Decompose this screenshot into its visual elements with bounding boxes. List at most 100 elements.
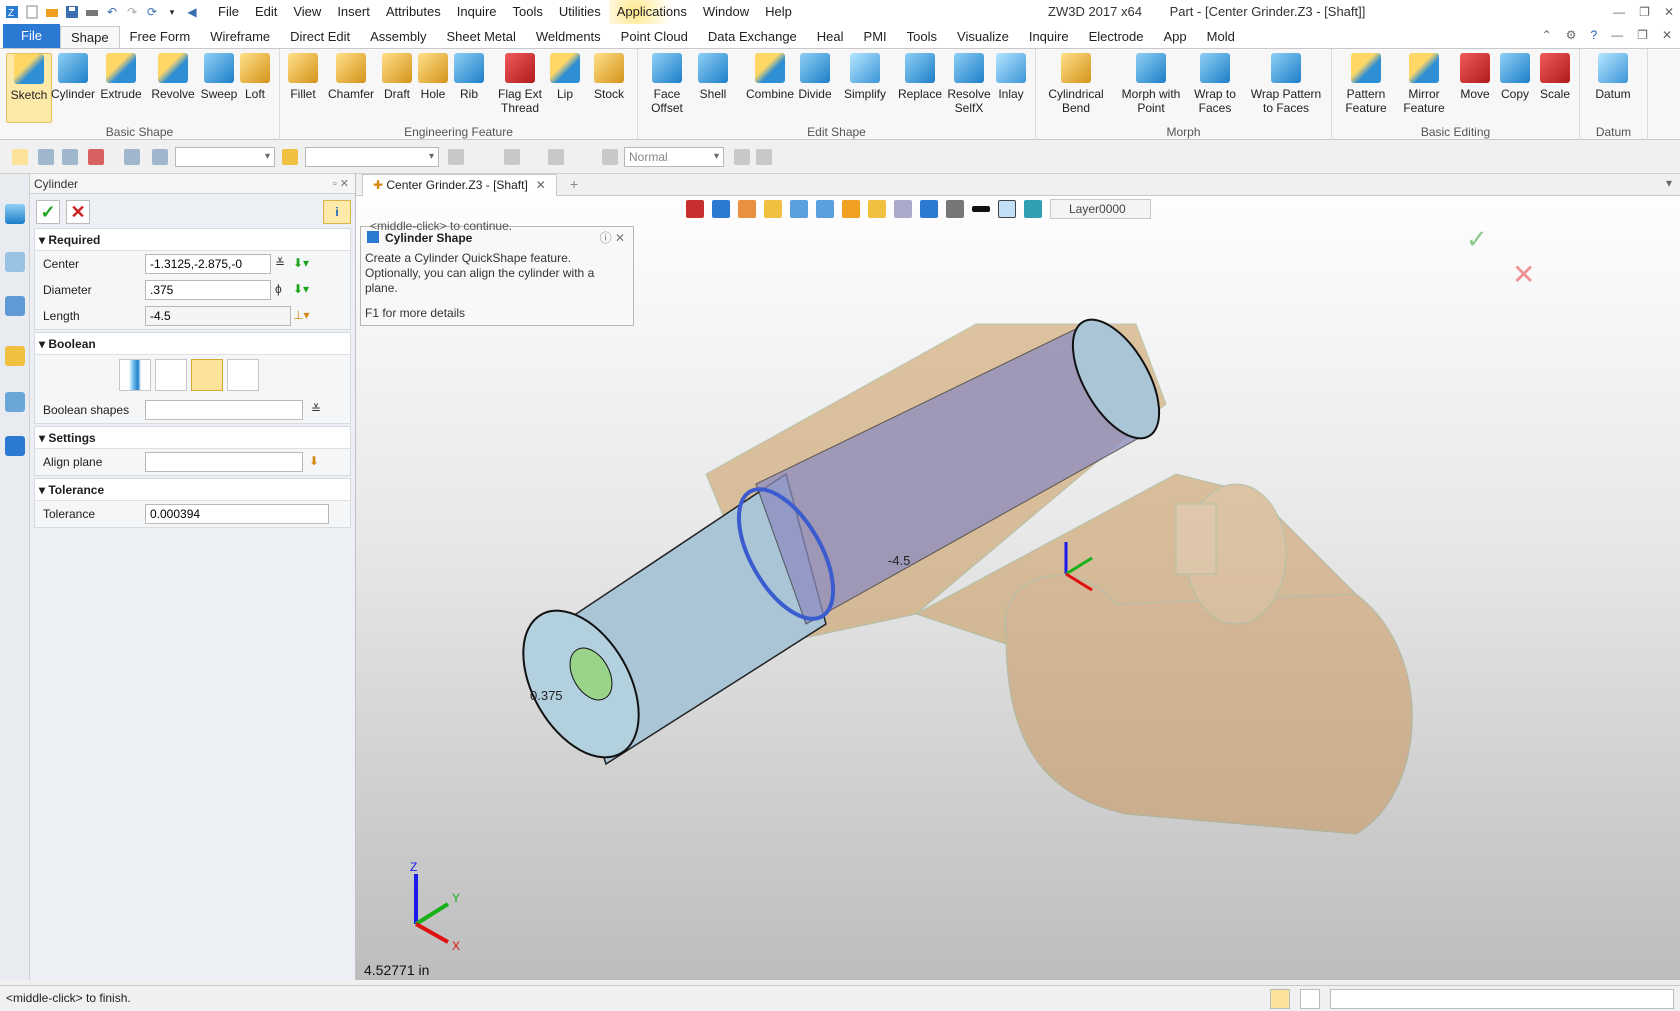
part-library-icon[interactable] — [5, 346, 25, 366]
boolean-shapes-expand-icon[interactable]: ≚ — [311, 402, 321, 416]
revolve-button[interactable]: Revolve — [150, 53, 196, 101]
menu-help[interactable]: Help — [757, 0, 800, 24]
save-icon[interactable] — [64, 4, 80, 20]
boolean-add-icon[interactable] — [155, 359, 187, 391]
section-required-header[interactable]: ▾ Required — [35, 229, 350, 251]
loft-button[interactable]: Loft — [232, 53, 278, 101]
tooltip-help-close-icon[interactable]: ⓘ ✕ — [600, 227, 625, 249]
new-tab-icon[interactable]: + — [570, 176, 578, 192]
tool-settings-icon[interactable] — [756, 149, 772, 165]
assembly-tree-icon[interactable] — [5, 296, 25, 316]
section-settings-header[interactable]: ▾ Settings — [35, 427, 350, 449]
distribute-icon[interactable] — [504, 149, 520, 165]
feature-panel-icon[interactable] — [5, 204, 25, 224]
graphics-viewport[interactable]: Layer0000 <middle-click> to continue. Cy… — [356, 174, 1680, 980]
face-offset-button[interactable]: Face Offset — [644, 53, 690, 115]
filter-view-icon[interactable] — [946, 200, 964, 218]
menu-window[interactable]: Window — [695, 0, 757, 24]
back-icon[interactable]: ◀ — [184, 4, 200, 20]
restore-icon[interactable]: ❐ — [1639, 0, 1650, 24]
dropdown-icon[interactable]: ▾ — [164, 4, 180, 20]
zoom-icon[interactable] — [868, 200, 886, 218]
standard-views-icon[interactable] — [816, 200, 834, 218]
face-color-icon[interactable] — [998, 200, 1016, 218]
doc-minimize-icon[interactable]: — — [1611, 28, 1623, 42]
filter-icon[interactable] — [152, 149, 168, 165]
wrap-to-faces-button[interactable]: Wrap to Faces — [1192, 53, 1238, 115]
fillet-button[interactable]: Fillet — [280, 53, 326, 101]
part-display-icon[interactable] — [842, 200, 860, 218]
tab-inquire[interactable]: Inquire — [1019, 26, 1079, 48]
pick-filter-select[interactable] — [305, 147, 439, 167]
collapse-ribbon-icon[interactable]: ⌃ — [1542, 28, 1552, 42]
doc-tab-close-icon[interactable]: ✕ — [536, 178, 546, 192]
menu-insert[interactable]: Insert — [329, 0, 378, 24]
tab-electrode[interactable]: Electrode — [1079, 26, 1154, 48]
lip-button[interactable]: Lip — [542, 53, 588, 101]
view-orient-icon[interactable] — [712, 200, 730, 218]
render-icon[interactable] — [602, 149, 618, 165]
doc-close-icon[interactable]: ✕ — [1662, 28, 1672, 42]
tab-weldments[interactable]: Weldments — [526, 26, 611, 48]
line-color-icon[interactable] — [972, 206, 990, 212]
section-boolean-header[interactable]: ▾ Boolean — [35, 333, 350, 355]
tab-mold[interactable]: Mold — [1197, 26, 1245, 48]
align-plane-input[interactable] — [145, 452, 303, 472]
ok-button[interactable]: ✓ — [36, 200, 60, 224]
filter-grid-icon[interactable] — [88, 149, 104, 165]
tab-tools[interactable]: Tools — [897, 26, 947, 48]
tab-app[interactable]: App — [1154, 26, 1197, 48]
center-input[interactable] — [145, 254, 271, 274]
diameter-input[interactable] — [145, 280, 271, 300]
extrude-button[interactable]: Extrude — [98, 53, 144, 101]
active-pick-icon[interactable] — [282, 149, 298, 165]
flag-ext-thread-button[interactable]: Flag Ext Thread — [492, 53, 548, 115]
tab-heal[interactable]: Heal — [807, 26, 854, 48]
align-icon[interactable] — [448, 149, 464, 165]
panel-pin-close-icon[interactable]: ▫ ✕ — [333, 174, 349, 194]
boolean-base-icon[interactable] — [119, 359, 151, 391]
close-window-icon[interactable]: ✕ — [1664, 0, 1674, 24]
length-pick-icon[interactable]: ⊥▾ — [293, 308, 309, 322]
tab-wireframe[interactable]: Wireframe — [200, 26, 280, 48]
wrap-pattern-button[interactable]: Wrap Pattern to Faces — [1248, 53, 1324, 115]
stock-button[interactable]: Stock — [586, 53, 632, 101]
clip-icon[interactable] — [920, 200, 938, 218]
menu-applications[interactable]: Applications — [608, 0, 695, 24]
snap-icon[interactable] — [548, 149, 564, 165]
inlay-button[interactable]: Inlay — [988, 53, 1034, 101]
settings-gear-icon[interactable]: ⚙ — [1566, 28, 1577, 42]
measure-icon[interactable] — [738, 200, 756, 218]
sketch-button[interactable]: Sketch — [6, 53, 52, 123]
image-library-icon[interactable] — [5, 392, 25, 412]
history-tree-icon[interactable] — [5, 252, 25, 272]
doc-restore-icon[interactable]: ❐ — [1637, 28, 1648, 42]
pick-cursor-icon[interactable] — [12, 149, 28, 165]
menu-utilities[interactable]: Utilities — [551, 0, 609, 24]
morph-with-point-button[interactable]: Morph with Point — [1118, 53, 1184, 115]
chamfer-button[interactable]: Chamfer — [328, 53, 374, 101]
layer-icon[interactable] — [1024, 200, 1042, 218]
exit-icon[interactable] — [686, 200, 704, 218]
tab-sheet-metal[interactable]: Sheet Metal — [437, 26, 526, 48]
menu-tools[interactable]: Tools — [505, 0, 551, 24]
status-list-icon[interactable] — [1300, 989, 1320, 1009]
cylindrical-bend-button[interactable]: Cylindrical Bend — [1044, 53, 1108, 115]
tab-point-cloud[interactable]: Point Cloud — [611, 26, 698, 48]
tab-file[interactable]: File — [3, 24, 60, 48]
pointer-icon[interactable] — [734, 149, 750, 165]
add-icon[interactable] — [38, 149, 54, 165]
help-icon[interactable]: ? — [1590, 28, 1597, 42]
tab-data-exchange[interactable]: Data Exchange — [698, 26, 807, 48]
diameter-pick-icon[interactable]: ⬇▾ — [293, 282, 309, 296]
resolve-selfx-button[interactable]: Resolve SelfX — [946, 53, 992, 115]
center-expand-icon[interactable]: ≚ — [275, 256, 285, 270]
lasso-icon[interactable] — [124, 149, 140, 165]
boolean-remove-icon[interactable] — [191, 359, 223, 391]
menu-edit[interactable]: Edit — [247, 0, 285, 24]
remove-icon[interactable] — [62, 149, 78, 165]
render-mode-select[interactable]: Normal — [624, 147, 724, 167]
redo-icon[interactable]: ↷ — [124, 4, 140, 20]
app-logo-icon[interactable]: Z — [4, 4, 20, 20]
layer-select[interactable]: Layer0000 — [1050, 199, 1151, 219]
